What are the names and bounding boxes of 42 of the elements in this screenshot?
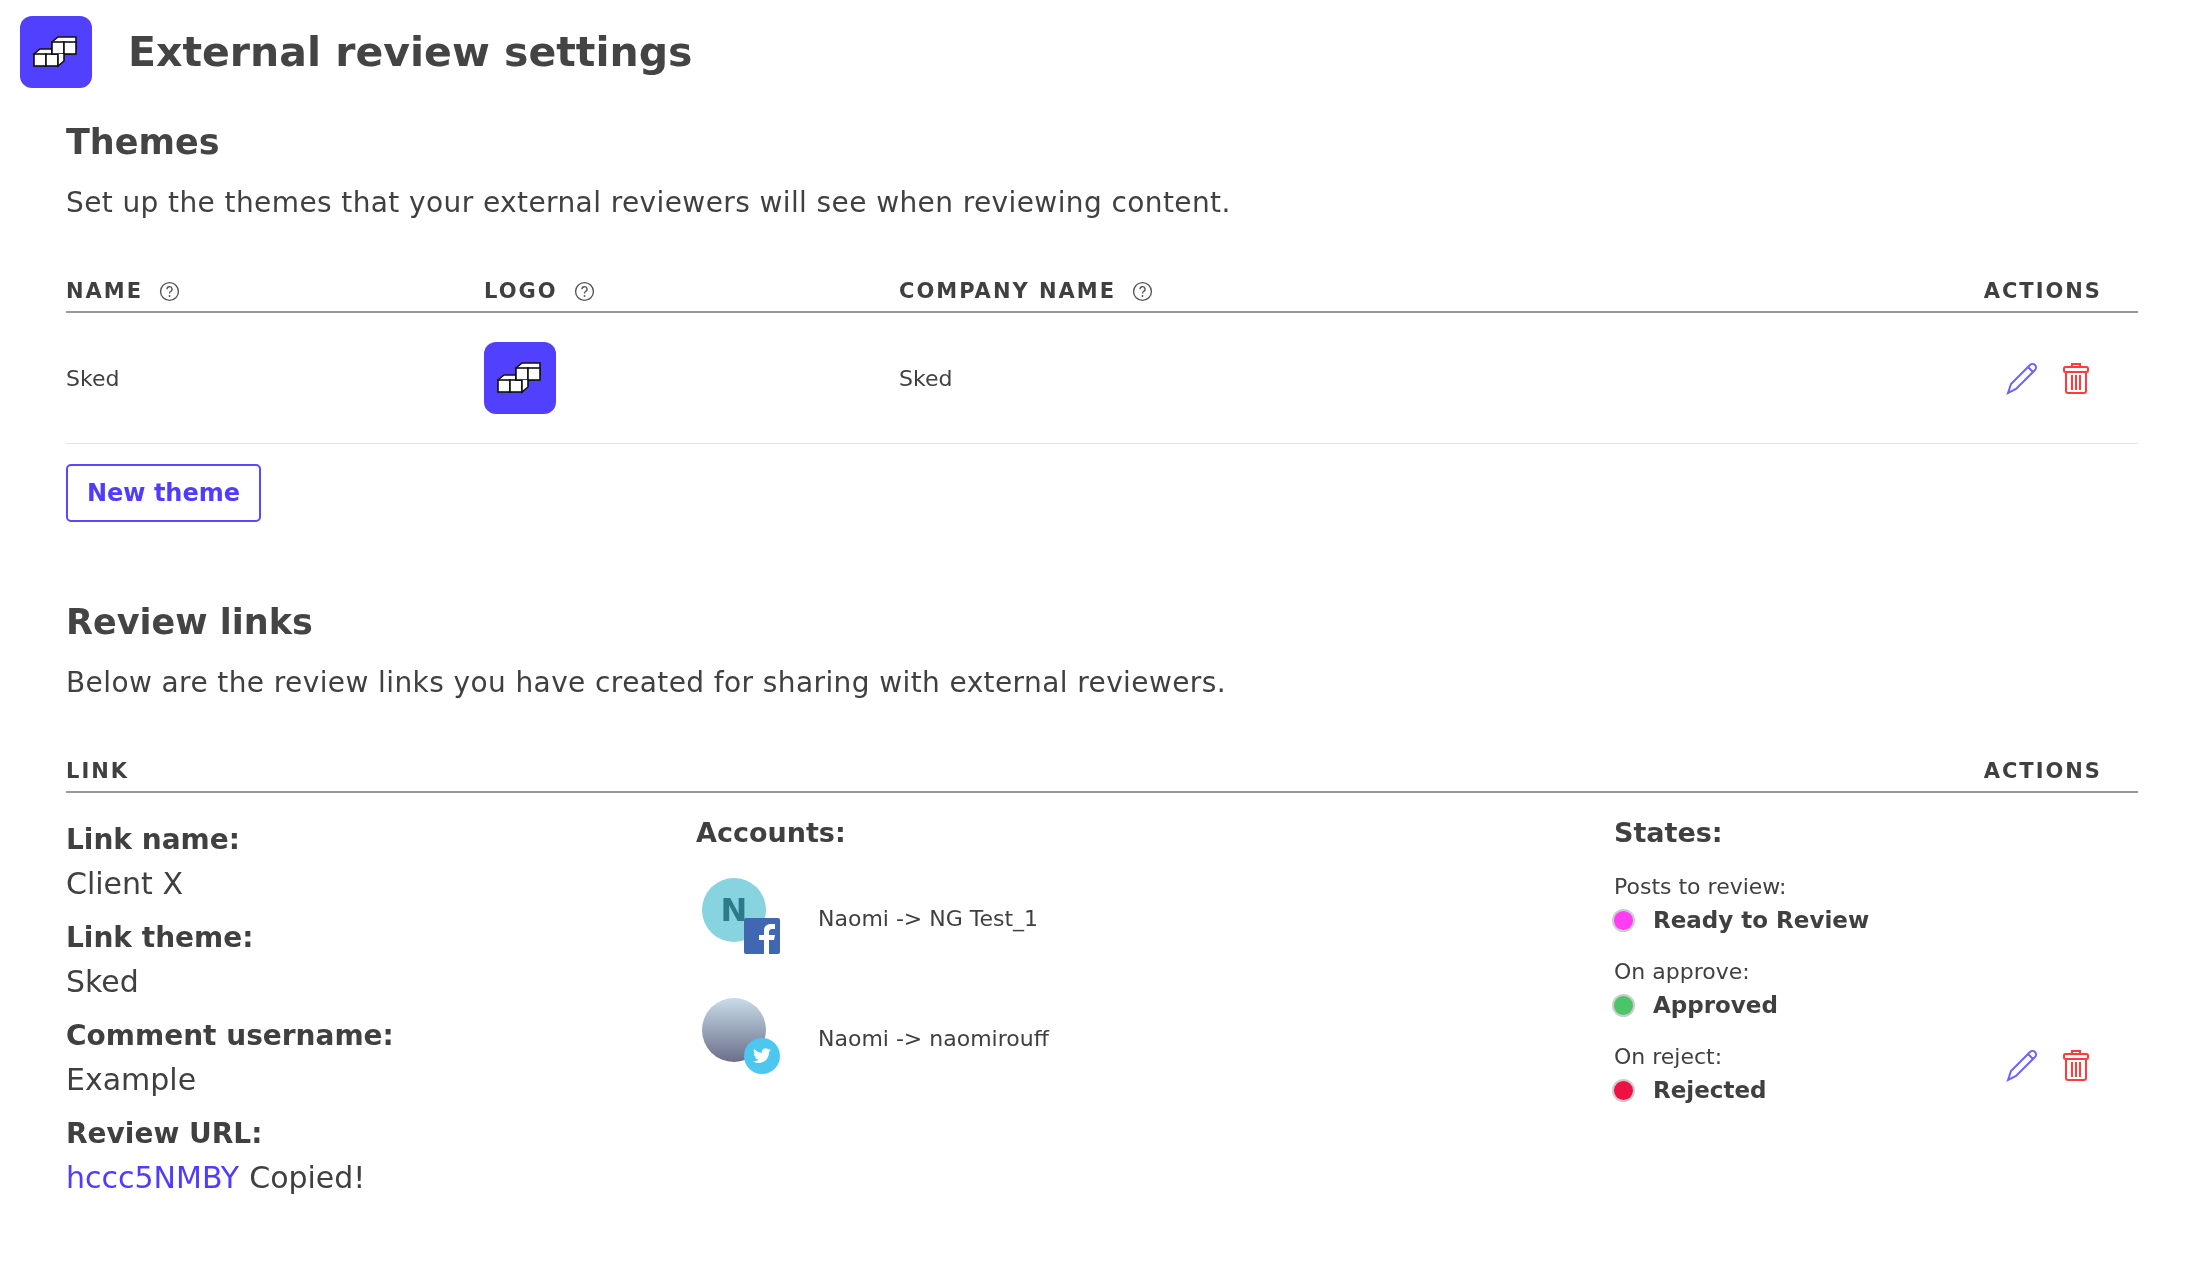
help-icon[interactable] xyxy=(573,280,595,302)
help-icon[interactable] xyxy=(1132,280,1154,302)
column-header: COMPANY NAME xyxy=(899,279,1117,303)
copied-status: Copied! xyxy=(249,1160,366,1195)
field-value: Sked xyxy=(66,964,140,999)
field-label: Link name: xyxy=(66,823,241,856)
cubes-logo-icon xyxy=(484,342,556,414)
section-description: Set up the themes that your external reviewers will see when reviewing content. xyxy=(66,186,1232,219)
field-value: Example xyxy=(66,1062,198,1097)
field-label: Link theme: xyxy=(66,921,255,954)
column-header: LINK xyxy=(66,759,130,783)
state-name: Approved xyxy=(1653,992,1778,1018)
column-header: ACTIONS xyxy=(1983,279,2102,303)
state-label: On reject: xyxy=(1614,1044,1724,1069)
states-label: States: xyxy=(1614,817,1724,848)
account-name: Naomi -> NG Test_1 xyxy=(818,905,1039,931)
cubes-logo-icon xyxy=(20,16,92,88)
state-name: Rejected xyxy=(1653,1077,1767,1103)
column-header: NAME xyxy=(66,279,144,303)
state-label: On approve: xyxy=(1614,959,1751,984)
section-title: Themes xyxy=(66,122,221,162)
review-url-link[interactable]: hccc5NMBY xyxy=(66,1160,240,1195)
account-name: Naomi -> naomirouff xyxy=(818,1025,1049,1051)
edit-icon[interactable] xyxy=(2004,1047,2040,1083)
column-header: LOGO xyxy=(484,279,558,303)
field-label: Comment username: xyxy=(66,1019,395,1052)
new-theme-button[interactable]: New theme xyxy=(66,464,261,522)
field-label: Review URL: xyxy=(66,1117,264,1150)
section-description: Below are the review links you have created for sharing with external reviewers. xyxy=(66,666,1228,699)
page-title: External review settings xyxy=(128,28,693,76)
column-header: ACTIONS xyxy=(1983,759,2102,783)
field-value: Client X xyxy=(66,866,184,901)
table-cell-text: Sked xyxy=(66,365,121,391)
state-name: Ready to Review xyxy=(1653,907,1870,933)
accounts-label: Accounts: xyxy=(696,817,847,848)
help-icon[interactable] xyxy=(159,280,181,302)
facebook-icon xyxy=(744,918,780,954)
table-cell-text: Sked xyxy=(899,365,954,391)
twitter-icon xyxy=(744,1038,780,1074)
edit-icon[interactable] xyxy=(2004,360,2040,396)
state-label: Posts to review: xyxy=(1614,874,1788,899)
section-title: Review links xyxy=(66,602,314,642)
